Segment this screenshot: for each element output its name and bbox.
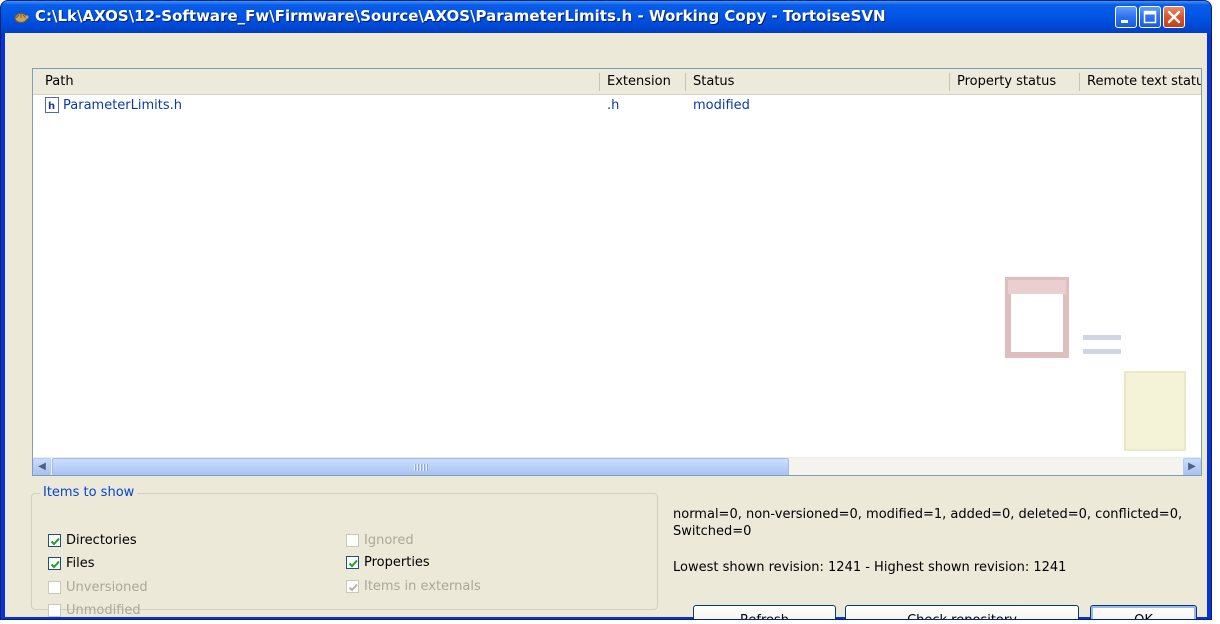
scroll-left-arrow-icon[interactable]: ◀: [33, 458, 51, 475]
dialog-client-area: Path Extension Status Property status Re…: [5, 33, 1207, 619]
list-header: Path Extension Status Property status Re…: [33, 69, 1201, 95]
minimize-button[interactable]: [1115, 6, 1137, 28]
checkbox-box[interactable]: [48, 534, 61, 547]
checkbox-box[interactable]: [346, 534, 359, 547]
ok-button[interactable]: OK: [1090, 605, 1197, 619]
close-icon: [1167, 10, 1181, 24]
checkbox-box[interactable]: [48, 557, 61, 570]
column-divider[interactable]: [1079, 73, 1080, 91]
scroll-right-arrow-icon[interactable]: ▶: [1183, 458, 1201, 475]
row-status: modified: [693, 98, 750, 113]
checkbox-box[interactable]: [346, 556, 359, 569]
column-divider[interactable]: [599, 73, 600, 91]
checkbox-label: Ignored: [364, 533, 414, 548]
column-header-remote-text-status[interactable]: Remote text statu: [1081, 69, 1201, 94]
checkbox-label: Properties: [364, 555, 430, 570]
close-button[interactable]: [1163, 6, 1185, 28]
column-header-status[interactable]: Status: [687, 69, 947, 94]
column-header-path[interactable]: Path: [39, 69, 599, 94]
column-divider[interactable]: [949, 73, 950, 91]
checkmark-icon: [50, 560, 60, 569]
items-to-show-group: Items to show Directories Files Unversio…: [31, 485, 658, 618]
checkbox-label: Items in externals: [364, 579, 481, 594]
maximize-button[interactable]: [1139, 6, 1161, 28]
file-list[interactable]: Path Extension Status Property status Re…: [32, 68, 1202, 476]
revision-range: Lowest shown revision: 1241 - Highest sh…: [673, 560, 1067, 575]
checkmark-icon: [348, 559, 358, 568]
dialog-window: C:\Lk\AXOS\12-Software_Fw\Firmware\Sourc…: [0, 0, 1212, 620]
checkbox-label: Directories: [66, 533, 137, 548]
items-to-show-title: Items to show: [40, 485, 138, 500]
status-summary: normal=0, non-versioned=0, modified=1, a…: [673, 507, 1183, 539]
check-repository-button[interactable]: Check repository: [845, 605, 1079, 619]
checkmark-icon: [50, 537, 60, 546]
checkmark-icon: [348, 583, 358, 592]
svg-text:h: h: [48, 101, 55, 112]
refresh-button[interactable]: Refresh: [693, 605, 836, 619]
title-bar[interactable]: C:\Lk\AXOS\12-Software_Fw\Firmware\Sourc…: [1, 1, 1211, 33]
scrollbar-thumb[interactable]: [52, 458, 789, 475]
checkbox-box[interactable]: [346, 580, 359, 593]
checkbox-box[interactable]: [48, 604, 61, 617]
window-title: C:\Lk\AXOS\12-Software_Fw\Firmware\Sourc…: [35, 7, 886, 25]
row-extension: .h: [607, 98, 620, 113]
tortoise-icon: [14, 13, 29, 23]
checkbox-label: Unmodified: [66, 603, 141, 618]
column-header-property-status[interactable]: Property status: [951, 69, 1079, 94]
checkbox-box[interactable]: [48, 581, 61, 594]
horizontal-scrollbar[interactable]: ◀ ▶: [33, 457, 1201, 475]
row-path: ParameterLimits.h: [63, 98, 183, 113]
scrollbar-grip: [414, 464, 428, 471]
list-row[interactable]: h ParameterLimits.h .h modified: [33, 96, 1201, 116]
checkbox-label: Files: [66, 556, 95, 571]
maximize-icon: [1143, 10, 1157, 24]
column-divider[interactable]: [685, 73, 686, 91]
compare-watermark-icon: [1005, 277, 1186, 451]
column-header-extension[interactable]: Extension: [601, 69, 685, 94]
checkbox-label: Unversioned: [66, 580, 148, 595]
header-file-icon: h: [45, 97, 59, 113]
minimize-icon: [1121, 20, 1128, 23]
